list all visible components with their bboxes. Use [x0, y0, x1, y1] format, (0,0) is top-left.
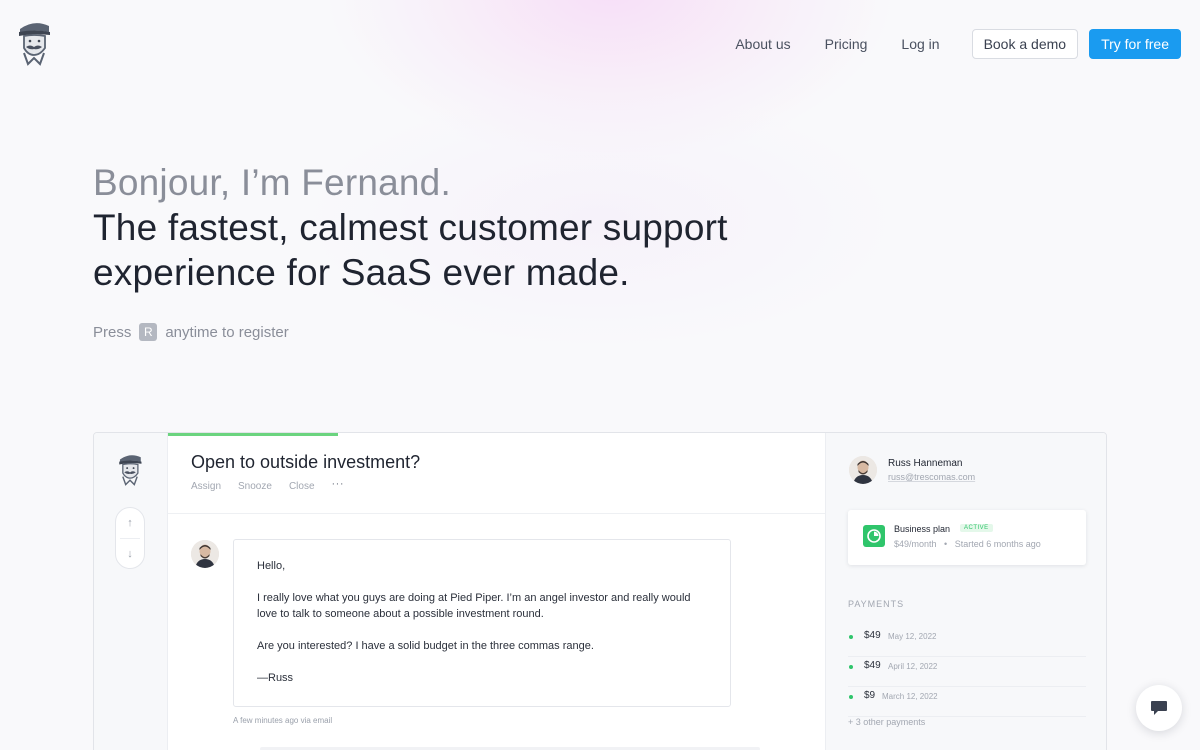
sender-avatar [191, 540, 219, 568]
nav-pricing[interactable]: Pricing [825, 36, 868, 52]
hero-greeting: Bonjour, I’m Fernand. [93, 162, 451, 203]
ticket-actions: Assign Snooze Close ··· [191, 478, 345, 492]
message-meta: A few minutes ago via email [233, 716, 333, 725]
register-hint-suffix: anytime to register [165, 323, 289, 341]
plan-started: Started 6 months ago [954, 539, 1041, 549]
plan-name: Business plan [894, 524, 951, 534]
snooze-action[interactable]: Snooze [238, 481, 272, 492]
nav-log-in[interactable]: Log in [901, 36, 939, 52]
ticket-panel: Open to outside investment? Assign Snooz… [168, 433, 825, 750]
top-nav: About us Pricing Log in Book a demo Try … [735, 29, 1181, 59]
arrow-up-icon[interactable]: ↑ [116, 508, 144, 539]
message-signature: —Russ [257, 672, 294, 684]
plan-status-badge: ACTIVE [960, 524, 993, 532]
ticket-title: Open to outside investment? [191, 452, 421, 472]
payment-date: May 12, 2022 [888, 632, 937, 641]
assign-action[interactable]: Assign [191, 481, 221, 492]
payment-amount: $9 [864, 690, 876, 701]
app-sidebar-rail: ↑ ↓ [94, 433, 168, 750]
payment-status-dot [849, 635, 853, 639]
header-divider [168, 513, 825, 514]
payment-date: April 12, 2022 [888, 662, 938, 671]
register-hint-prefix: Press [93, 323, 132, 341]
customer-name: Russ Hanneman [888, 458, 963, 469]
more-options-icon[interactable]: ··· [332, 478, 345, 492]
payment-row[interactable]: $49 April 12, 2022 [848, 657, 1086, 687]
register-hint: Press R anytime to register [93, 323, 813, 341]
payment-status-dot [849, 695, 853, 699]
loading-progress-bar [168, 433, 338, 436]
message-paragraph-1: I really love what you guys are doing at… [257, 592, 691, 620]
plan-card: Business plan ACTIVE $49/month • Started… [848, 510, 1086, 565]
payment-amount: $49 [864, 660, 881, 671]
background-glow [330, 0, 890, 160]
payment-date: March 12, 2022 [882, 692, 938, 701]
payments-heading: PAYMENTS [848, 599, 905, 609]
customer-panel: Russ Hanneman russ@trescomas.com Busines… [825, 433, 1106, 750]
chat-bubble-icon [1151, 701, 1167, 715]
close-action[interactable]: Close [289, 481, 315, 492]
payment-row[interactable]: $49 May 12, 2022 [848, 627, 1086, 657]
nav-about-us[interactable]: About us [735, 36, 790, 52]
customer-email[interactable]: russ@trescomas.com [888, 472, 975, 482]
other-payments-link[interactable]: + 3 other payments [848, 717, 925, 727]
fernand-logo[interactable] [16, 20, 52, 66]
plan-price: $49/month [894, 539, 937, 549]
plan-separator: • [944, 539, 948, 549]
payment-row[interactable]: $9 March 12, 2022 [848, 687, 1086, 717]
message-body: Hello, I really love what you guys are d… [233, 539, 731, 707]
hero-headline: The fastest, calmest customer support ex… [93, 207, 728, 293]
register-key-badge: R [139, 323, 158, 341]
customer-avatar [849, 456, 877, 484]
book-demo-button[interactable]: Book a demo [971, 29, 1079, 59]
plan-details: $49/month • Started 6 months ago [894, 539, 1041, 549]
rail-logo-icon [117, 453, 143, 486]
message-paragraph-2: Are you interested? I have a solid budge… [257, 640, 594, 652]
message-greeting: Hello, [257, 560, 286, 572]
payment-amount: $49 [864, 630, 881, 641]
chat-launcher-button[interactable] [1136, 685, 1182, 731]
plan-clock-icon [863, 525, 885, 547]
arrow-down-icon[interactable]: ↓ [116, 539, 144, 570]
ticket-navigation: ↑ ↓ [115, 507, 145, 569]
try-free-button[interactable]: Try for free [1089, 29, 1181, 59]
hero-section: Bonjour, I’m Fernand. The fastest, calme… [93, 160, 813, 341]
app-preview: ↑ ↓ Open to outside investment? Assign S… [93, 432, 1107, 750]
payment-status-dot [849, 665, 853, 669]
